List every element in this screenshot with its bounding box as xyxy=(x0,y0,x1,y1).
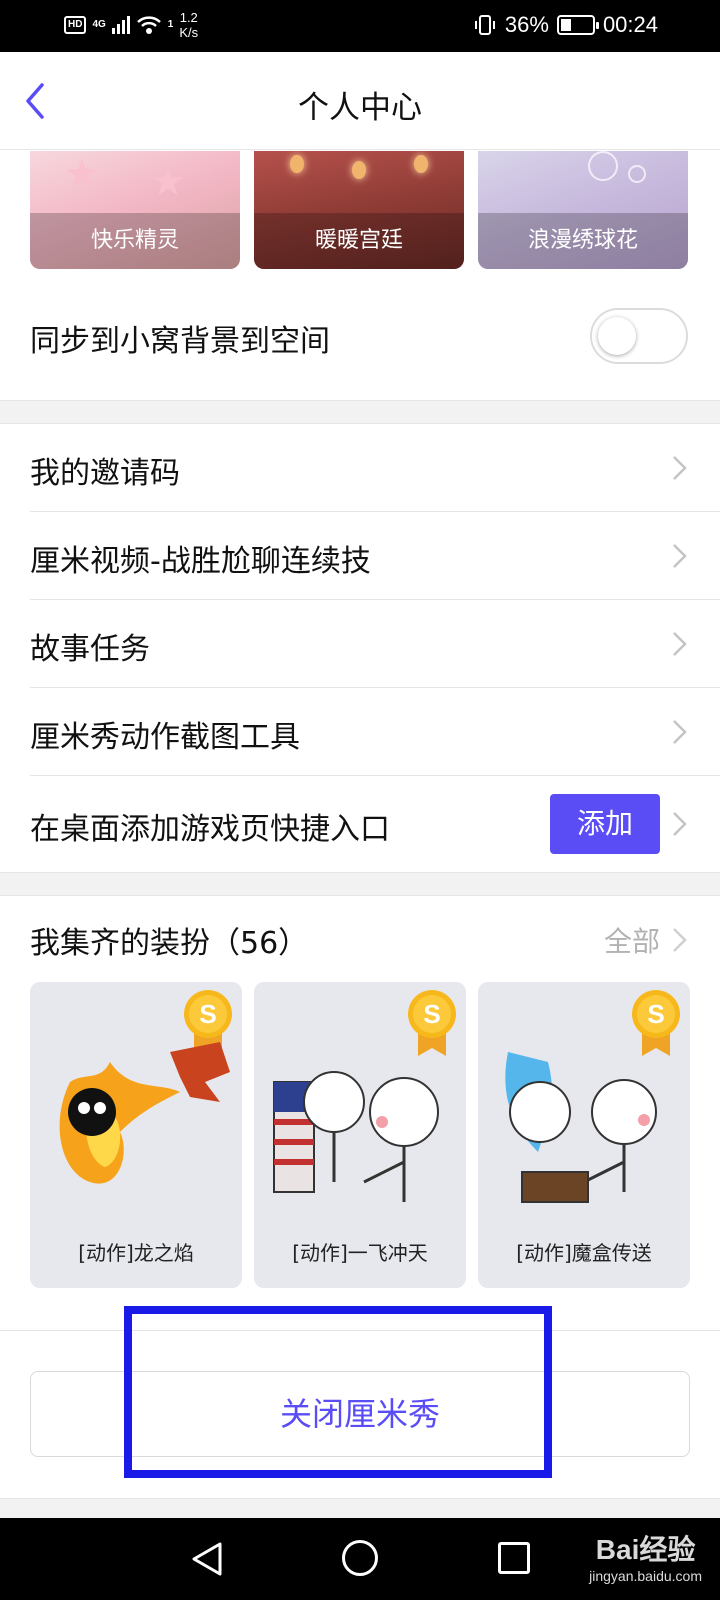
collection-section: 我集齐的装扮（56） 全部 S [动作]龙之焰 S [动作]一飞冲天 S [动作… xyxy=(0,896,720,1330)
sync-toggle[interactable] xyxy=(590,308,688,364)
rocket-ride-illustration xyxy=(273,1071,439,1202)
chevron-right-icon xyxy=(673,456,687,480)
lantern-decoration xyxy=(290,155,304,173)
theme-label: 快乐精灵 xyxy=(30,213,240,269)
dragon-flame-illustration xyxy=(59,1042,230,1184)
add-shortcut-button[interactable]: 添加 xyxy=(550,794,660,854)
settings-list: 我的邀请码 厘米视频-战胜尬聊连续技 故事任务 厘米秀动作截图工具 在桌面添加游… xyxy=(0,424,720,872)
lantern-decoration xyxy=(414,155,428,173)
network-type: 4G xyxy=(92,19,106,30)
theme-label: 暖暖宫廷 xyxy=(254,213,464,269)
outfit-card-dragon-flame[interactable]: S [动作]龙之焰 xyxy=(30,982,242,1288)
system-nav-bar: Bai经验 jingyan.baidu.com xyxy=(0,1518,720,1600)
list-item-desktop-shortcut[interactable]: 在桌面添加游戏页快捷入口 添加 xyxy=(30,776,720,872)
nav-home-icon[interactable] xyxy=(342,1540,378,1576)
magic-box-illustration xyxy=(505,1052,657,1203)
chevron-right-icon xyxy=(673,632,687,656)
list-item-label: 故事任务 xyxy=(30,632,150,667)
baidu-jingyan-watermark: Bai经验 jingyan.baidu.com xyxy=(589,1528,702,1584)
list-item-label: 在桌面添加游戏页快捷入口 xyxy=(30,812,390,847)
chevron-right-icon xyxy=(673,720,687,744)
vibrate-icon xyxy=(474,15,495,35)
bubble-decoration xyxy=(588,151,618,181)
theme-card-happy-elf[interactable]: ★ ★ 快乐精灵 xyxy=(30,151,240,269)
card-caption: [动作]一飞冲天 xyxy=(292,1241,428,1265)
card-caption: [动作]龙之焰 xyxy=(78,1241,194,1265)
speed-unit: K/s xyxy=(179,25,199,40)
list-item-label: 我的邀请码 xyxy=(30,456,180,491)
bubble-decoration xyxy=(628,165,646,183)
bottom-divider xyxy=(0,1498,720,1518)
collection-title: 我集齐的装扮（56） xyxy=(30,926,309,961)
list-item-invite-code[interactable]: 我的邀请码 xyxy=(30,424,720,512)
wifi-icon xyxy=(136,16,161,34)
list-item-story-tasks[interactable]: 故事任务 xyxy=(30,600,720,688)
theme-label: 浪漫绣球花 xyxy=(478,213,688,269)
clock: 00:24 xyxy=(602,12,658,37)
theme-strip: ★ ★ 快乐精灵 暖暖宫廷 浪漫绣球花 xyxy=(0,151,720,271)
list-item-video[interactable]: 厘米视频-战胜尬聊连续技 xyxy=(30,512,720,600)
sync-label: 同步到小窝背景到空间 xyxy=(30,324,330,359)
close-section: 关闭厘米秀 xyxy=(0,1330,720,1498)
close-cmshow-button[interactable]: 关闭厘米秀 xyxy=(30,1371,690,1457)
app-header: 个人中心 xyxy=(0,52,720,150)
lantern-decoration xyxy=(352,161,366,179)
section-divider xyxy=(0,400,720,424)
page-title: 个人中心 xyxy=(298,90,422,126)
battery-percent: 36% xyxy=(504,12,549,37)
theme-card-romantic-hydrangea[interactable]: 浪漫绣球花 xyxy=(478,151,688,269)
status-left: HD 4G 1 1.2 K/s xyxy=(64,10,198,40)
battery-icon xyxy=(556,15,599,35)
card-caption: [动作]魔盒传送 xyxy=(516,1241,652,1265)
speed-value: 1.2 xyxy=(179,10,198,25)
list-item-screenshot-tool[interactable]: 厘米秀动作截图工具 xyxy=(30,688,720,776)
signal-icon xyxy=(111,16,130,34)
nav-back-icon[interactable] xyxy=(190,1540,224,1578)
wifi-count: 1 xyxy=(167,19,174,30)
list-item-label: 厘米视频-战胜尬聊连续技 xyxy=(30,544,371,579)
outfit-card-soar[interactable]: S [动作]一飞冲天 xyxy=(254,982,466,1288)
status-bar: HD 4G 1 1.2 K/s 36% 00:24 xyxy=(0,0,720,52)
list-item-label: 厘米秀动作截图工具 xyxy=(30,720,300,755)
nav-recent-apps-icon[interactable] xyxy=(498,1542,530,1574)
chevron-right-icon xyxy=(673,544,687,568)
chevron-right-icon xyxy=(673,812,687,836)
view-all-link[interactable]: 全部 xyxy=(604,920,660,960)
network-speed: 1.2 K/s xyxy=(179,10,198,40)
sync-setting-row: 同步到小窝背景到空间 xyxy=(0,272,720,400)
toggle-knob xyxy=(598,317,636,355)
watermark-logo: Bai经验 xyxy=(595,1534,696,1565)
star-decoration: ★ xyxy=(150,159,186,205)
section-divider xyxy=(0,872,720,896)
hd-badge: HD xyxy=(64,16,87,34)
star-decoration: ★ xyxy=(64,151,100,197)
theme-card-warm-palace[interactable]: 暖暖宫廷 xyxy=(254,151,464,269)
watermark-url: jingyan.baidu.com xyxy=(589,1568,702,1584)
outfit-card-magic-box[interactable]: S [动作]魔盒传送 xyxy=(478,982,690,1288)
chevron-right-icon xyxy=(673,928,687,952)
status-right: 36% 00:24 xyxy=(473,12,658,38)
